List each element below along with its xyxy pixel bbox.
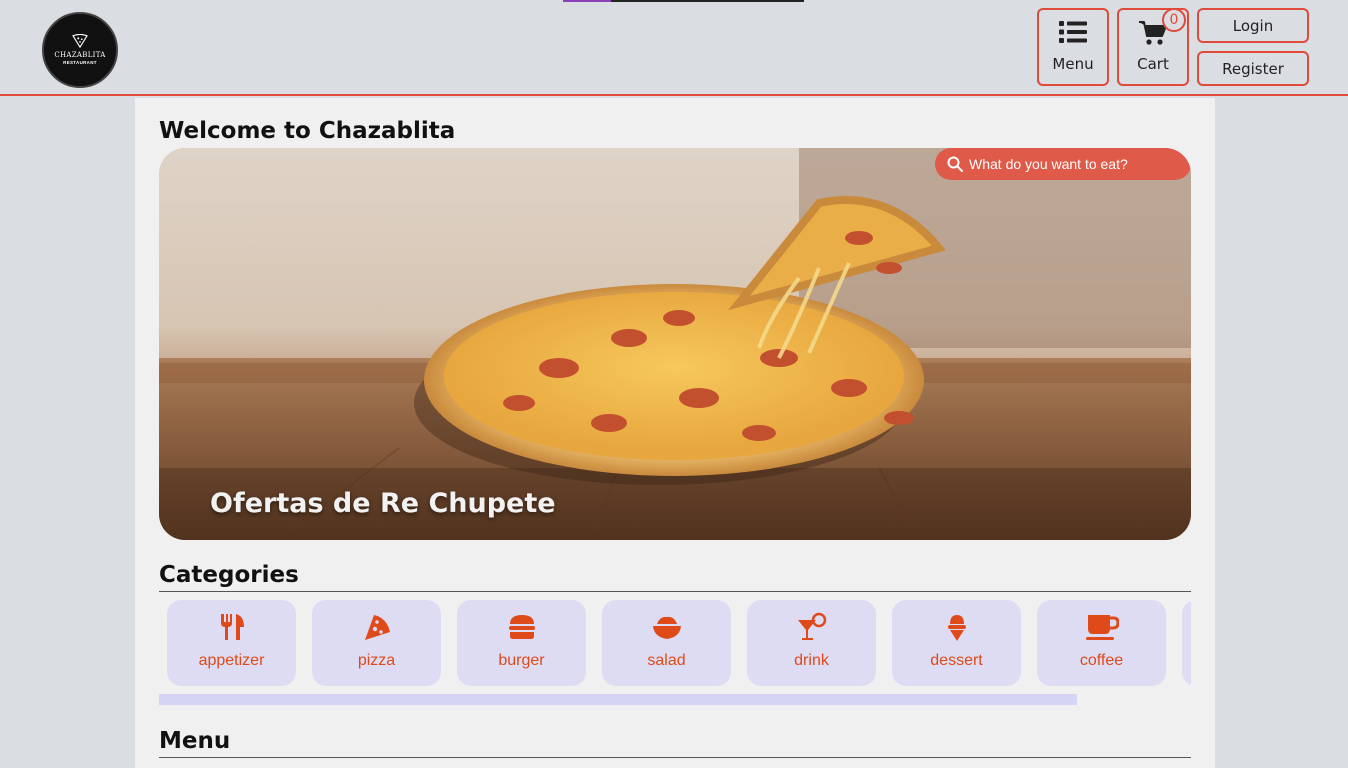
category-coffee[interactable]: coffee (1037, 600, 1166, 686)
cocktail-icon (797, 612, 826, 640)
cart-count-badge: 0 (1162, 8, 1186, 32)
category-drink[interactable]: drink (747, 600, 876, 686)
burger-icon (508, 615, 535, 639)
category-label: burger (498, 652, 545, 669)
page-title: Welcome to Chazablita (159, 118, 456, 144)
login-button-label: Login (1232, 17, 1274, 35)
category-appetizer[interactable]: appetizer (167, 600, 296, 686)
pizza-logo-icon (72, 34, 88, 48)
category-label: dessert (930, 652, 983, 669)
menu-button-label: Menu (1052, 55, 1094, 73)
categories-divider (159, 591, 1191, 592)
hero-title: Ofertas de Re Chupete (210, 488, 556, 519)
logo-tagline: RESTAURANT (63, 60, 97, 65)
category-salad[interactable]: salad (602, 600, 731, 686)
main-content: Welcome to Chazablita Ofertas de Re Chup… (135, 98, 1215, 768)
menu-button[interactable]: Menu (1037, 8, 1109, 86)
menu-heading: Menu (159, 728, 231, 754)
salad-bowl-icon (652, 616, 681, 639)
category-label: pizza (357, 652, 396, 669)
category-label: drink (794, 652, 829, 669)
register-button[interactable]: Register (1197, 51, 1309, 86)
menu-divider (159, 757, 1191, 758)
category-pizza[interactable]: pizza (312, 600, 441, 686)
list-icon (1059, 21, 1087, 43)
category-partial[interactable] (1182, 600, 1191, 686)
ice-cream-icon (947, 615, 966, 641)
categories-carousel[interactable]: appetizer pizza burger salad drink desse… (159, 600, 1191, 688)
pizza-slice-icon (364, 615, 390, 640)
hero-banner[interactable]: Ofertas de Re Chupete (159, 148, 1191, 540)
search-input[interactable] (969, 156, 1169, 172)
cart-button[interactable]: 0 Cart (1117, 8, 1189, 86)
search-icon (947, 156, 963, 172)
category-burger[interactable]: burger (457, 600, 586, 686)
register-button-label: Register (1222, 60, 1284, 78)
utensils-icon (220, 614, 244, 640)
cart-button-label: Cart (1137, 55, 1169, 73)
restaurant-logo[interactable]: CHAZABLITA RESTAURANT (42, 12, 118, 88)
search-bar[interactable] (935, 148, 1191, 180)
login-button[interactable]: Login (1197, 8, 1309, 43)
category-dessert[interactable]: dessert (892, 600, 1021, 686)
categories-scrollbar[interactable] (159, 694, 1077, 705)
pizza-hero-image (159, 148, 1191, 540)
site-header: CHAZABLITA RESTAURANT Menu 0 Cart Login … (0, 0, 1348, 96)
coffee-mug-icon (1085, 615, 1119, 640)
category-label: coffee (1079, 652, 1124, 669)
category-label: appetizer (198, 652, 265, 669)
logo-name: CHAZABLITA (54, 51, 106, 59)
category-label: salad (647, 652, 686, 669)
categories-heading: Categories (159, 562, 299, 588)
